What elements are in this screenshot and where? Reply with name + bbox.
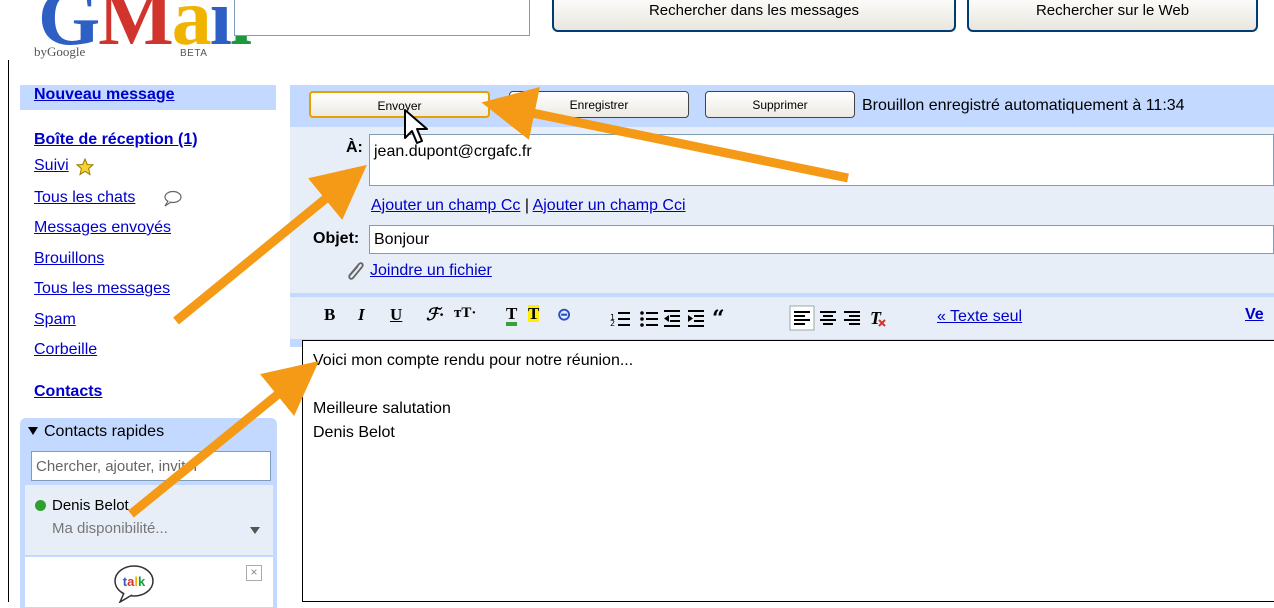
nav-sent[interactable]: Messages envoyés (34, 219, 171, 237)
align-center-icon[interactable] (820, 311, 836, 325)
nav-contacts[interactable]: Contacts (34, 383, 102, 401)
underline-button[interactable]: U (390, 305, 402, 325)
cc-bcc-links: Ajouter un champ Cc | Ajouter un champ C… (371, 197, 686, 215)
font-size-button[interactable]: тT· (454, 305, 476, 322)
nav-chats-label: Tous les chats (34, 189, 136, 206)
to-label: À: (346, 139, 363, 156)
online-status-icon (35, 500, 46, 511)
autosave-status: Brouillon enregistré automatiquement à 1… (862, 97, 1185, 114)
align-right-icon[interactable] (844, 311, 860, 325)
bold-button[interactable]: B (324, 305, 335, 325)
indent-icon[interactable] (688, 310, 704, 327)
nav-starred[interactable]: Suivi (34, 157, 69, 175)
link-button[interactable]: ⊝ (557, 305, 571, 325)
compose-link[interactable]: Nouveau message (34, 86, 175, 104)
chat-bubble-icon (164, 190, 182, 207)
nav-starred-label: Suivi (34, 157, 69, 174)
collapse-triangle-icon[interactable] (28, 427, 38, 435)
outdent-icon[interactable] (664, 310, 680, 327)
bullet-list-icon[interactable] (640, 311, 658, 327)
nav-drafts[interactable]: Brouillons (34, 250, 104, 268)
nav-trash[interactable]: Corbeille (34, 341, 97, 359)
font-button[interactable]: ℱ· (426, 305, 444, 325)
add-bcc-link[interactable]: Ajouter un champ Cci (533, 197, 686, 214)
body-line (313, 373, 1264, 397)
message-body[interactable]: Voici mon compte rendu pour notre réunio… (302, 340, 1274, 602)
compose-bar: Nouveau message (20, 85, 276, 110)
search-input[interactable] (234, 0, 530, 36)
spell-check-link[interactable]: Ve (1245, 306, 1264, 324)
contact-name[interactable]: Denis Belot (52, 497, 129, 514)
remove-formatting-icon[interactable]: T (870, 308, 886, 328)
svg-text:talk: talk (123, 574, 146, 589)
availability-status[interactable]: Ma disponibilité... (52, 520, 168, 537)
paperclip-icon (348, 262, 364, 280)
highlight-button[interactable]: T (528, 305, 540, 322)
subject-label: Objet: (313, 230, 360, 247)
delete-button[interactable]: Supprimer (705, 91, 855, 118)
search-web-button[interactable]: Rechercher sur le Web (967, 0, 1258, 32)
nav-all-mail[interactable]: Tous les messages (34, 280, 170, 298)
by-google-label: byGoogle (34, 44, 86, 59)
close-icon[interactable]: × (246, 565, 262, 581)
window-left-border (8, 60, 9, 602)
body-line: Denis Belot (313, 424, 395, 441)
link-separator: | (524, 197, 530, 214)
google-talk-logo-icon: talk (114, 565, 154, 603)
italic-button[interactable]: I (358, 305, 365, 325)
nav-spam[interactable]: Spam (34, 311, 76, 329)
attach-file-link[interactable]: Joindre un fichier (370, 262, 492, 280)
add-cc-link[interactable]: Ajouter un champ Cc (371, 197, 520, 214)
svg-text:2: 2 (610, 319, 615, 328)
body-line: Voici mon compte rendu pour notre réunio… (313, 352, 634, 369)
align-left-icon[interactable] (789, 305, 815, 331)
numbered-list-icon[interactable]: 1 2 (610, 312, 630, 328)
star-icon (76, 158, 94, 176)
search-mail-button[interactable]: Rechercher dans les messages (552, 0, 956, 32)
send-button[interactable]: Envoyer (309, 91, 490, 118)
save-button[interactable]: Enregistrer (509, 91, 689, 118)
nav-inbox[interactable]: Boîte de réception (1) (34, 131, 198, 149)
mouse-cursor-icon (404, 109, 428, 144)
chevron-down-icon[interactable] (250, 527, 260, 534)
nav-chats[interactable]: Tous les chats (34, 189, 135, 207)
beta-badge: BETA (180, 48, 208, 59)
subject-field[interactable]: Bonjour (369, 225, 1274, 254)
contact-search-input[interactable]: Chercher, ajouter, inviter (31, 451, 271, 481)
body-line: Meilleure salutation (313, 400, 451, 417)
quick-contacts-title[interactable]: Contacts rapides (44, 423, 164, 441)
to-field[interactable]: jean.dupont@crgafc.fr (369, 134, 1274, 186)
plain-text-link[interactable]: « Texte seul (937, 308, 1022, 326)
text-color-button[interactable]: T (506, 305, 518, 326)
quote-icon[interactable]: “ (712, 306, 725, 332)
